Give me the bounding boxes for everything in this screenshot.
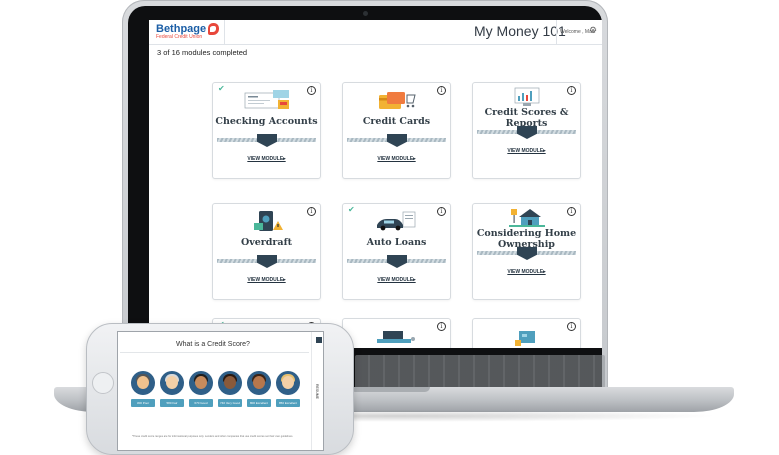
view-module-link[interactable]: VIEW MODULE▸	[473, 269, 580, 275]
person-avatar	[247, 371, 271, 395]
info-icon[interactable]: i	[437, 322, 446, 331]
score-tag: 800 Excellent	[247, 399, 271, 407]
house-illustration-icon	[509, 209, 545, 227]
info-icon[interactable]: i	[437, 86, 446, 95]
view-module-link[interactable]: VIEW MODULE▸	[343, 277, 450, 283]
module-tab	[257, 255, 277, 268]
module-title: Credit Cards	[362, 116, 431, 127]
module-9-illustration-icon	[515, 331, 535, 346]
credit-score-people: 300 Poor 580 Fair 670 Good 740 Very Good…	[131, 371, 311, 411]
info-icon[interactable]: i	[567, 207, 576, 216]
person-avatar	[189, 371, 213, 395]
module-title: Checking Accounts	[215, 116, 318, 127]
person-avatar	[131, 371, 155, 395]
module-card-credit-scores-reports[interactable]: i Credit Scores & Reports VIEW MODULE▸	[472, 82, 581, 179]
brand-logo[interactable]: Bethpage Federal Credit Union	[156, 23, 220, 40]
module-title: Overdraft	[240, 237, 293, 248]
info-icon[interactable]: i	[307, 207, 316, 216]
bookmark-icon[interactable]	[316, 337, 322, 343]
overdraft-illustration-icon	[254, 211, 283, 231]
module-title: Credit Scores & Reports	[484, 107, 569, 129]
module-card-overdraft[interactable]: i Overdraft VIEW MODULE▸	[212, 203, 321, 300]
module-card-credit-cards[interactable]: i Credit Cards VIEW MODULE▸	[342, 82, 451, 179]
score-tag: 740 Very Good	[218, 399, 242, 407]
modules-progress: 3 of 16 modules completed	[157, 48, 248, 57]
module-card-9[interactable]: i	[472, 318, 581, 348]
module-card-checking-accounts[interactable]: ✔ i Checking Accounts VIEW MODULE▸	[212, 82, 321, 179]
person-avatar	[276, 371, 300, 395]
credit-card-illustration-icon	[379, 92, 416, 109]
app-header: Bethpage Federal Credit Union My Money 1…	[149, 20, 602, 45]
title-divider	[120, 352, 309, 353]
module-card-auto-loans[interactable]: ✔ i Auto Loans VIEW MODULE▸	[342, 203, 451, 300]
view-module-link[interactable]: VIEW MODULE▸	[213, 156, 320, 162]
phone-home-button[interactable]	[92, 372, 114, 394]
module-tab	[257, 134, 277, 147]
module-tab	[517, 247, 537, 260]
info-icon[interactable]: i	[437, 207, 446, 216]
module-title: Auto Loans	[366, 237, 427, 248]
gear-icon[interactable]: ⚙	[589, 27, 598, 36]
view-module-link[interactable]: VIEW MODULE▸	[473, 148, 580, 154]
disclaimer-text: *These credit score ranges are for infor…	[132, 435, 294, 438]
phone-screen: What is a Credit Score? RESUME 300 Poor …	[117, 331, 324, 451]
lesson-title: What is a Credit Score?	[176, 341, 250, 348]
completed-check-icon: ✔	[348, 205, 355, 214]
car-illustration-icon	[377, 211, 416, 231]
module-tab	[517, 126, 537, 139]
completed-check-icon: ✔	[218, 84, 225, 93]
view-module-link[interactable]: VIEW MODULE▸	[343, 156, 450, 162]
person-avatar	[218, 371, 242, 395]
resume-label[interactable]: RESUME	[315, 384, 319, 399]
info-icon[interactable]: i	[567, 322, 576, 331]
header-divider	[556, 20, 557, 45]
laptop-notch	[350, 387, 430, 392]
info-icon[interactable]: i	[307, 86, 316, 95]
checking-illustration-icon	[244, 90, 289, 109]
module-tab	[387, 255, 407, 268]
score-tag: 580 Fair	[160, 399, 184, 407]
module-8-illustration-icon	[377, 331, 415, 343]
score-tag: 850 Excellent	[276, 399, 300, 407]
webcam-icon	[363, 11, 368, 16]
credit-report-illustration-icon	[514, 87, 540, 106]
person-avatar	[160, 371, 184, 395]
module-card-home-ownership[interactable]: i Considering Home Ownership VIEW MODULE…	[472, 203, 581, 300]
laptop-keyboard	[355, 355, 605, 391]
score-tag: 300 Poor	[131, 399, 155, 407]
score-tag: 670 Good	[189, 399, 213, 407]
info-icon[interactable]: i	[567, 86, 576, 95]
page-title: My Money 101	[474, 23, 566, 39]
module-title: Considering Home Ownership	[476, 228, 577, 250]
view-module-link[interactable]: VIEW MODULE▸	[213, 277, 320, 283]
header-divider	[224, 20, 225, 45]
laptop-screen: Bethpage Federal Credit Union My Money 1…	[149, 20, 602, 348]
module-tab	[387, 134, 407, 147]
module-card-8[interactable]: i	[342, 318, 451, 348]
